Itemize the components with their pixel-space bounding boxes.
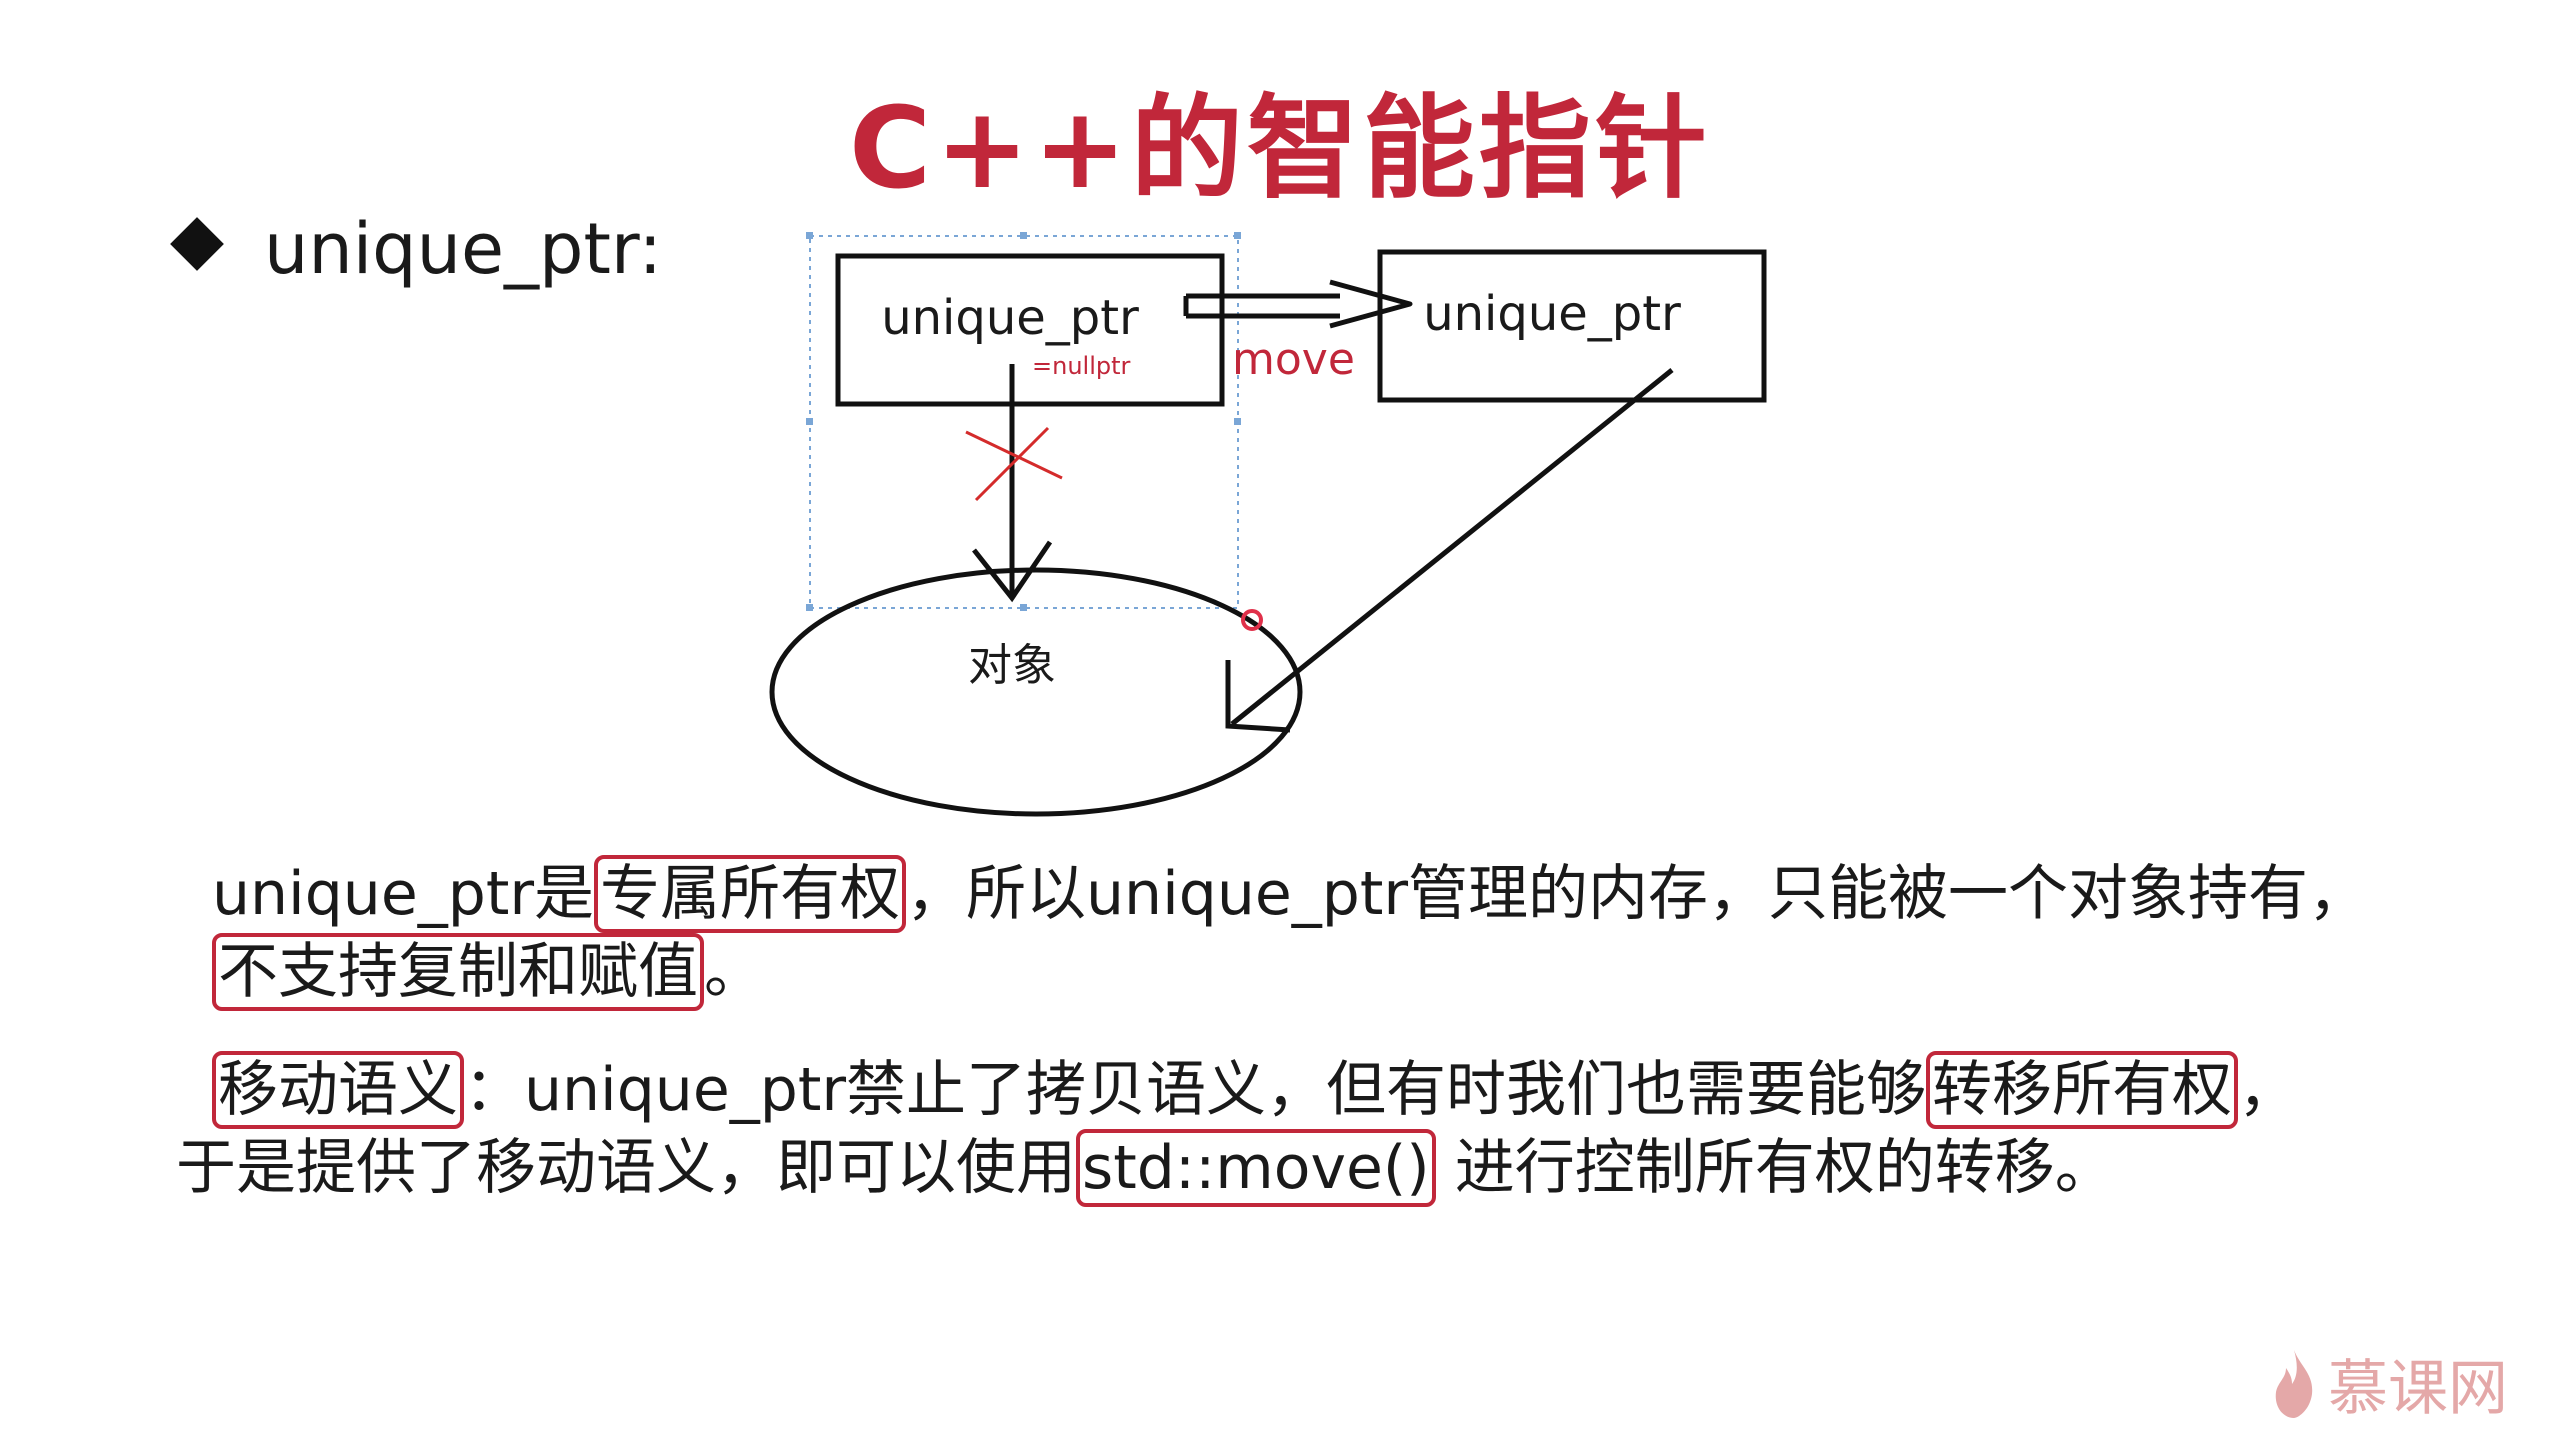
p2-line2-pre: 于是提供了移动语义，即可以使用 [176, 1133, 1076, 1203]
right-pointer-arrow [1225, 368, 1674, 733]
watermark-text: 慕课网 [2328, 1354, 2508, 1424]
box-left-label: unique_ptr [881, 290, 1139, 346]
slide: C++的智能指针 unique_ptr: unique_ptr =nullptr… [0, 0, 2560, 1440]
move-label: move [1232, 334, 1355, 385]
p1-highlight-no-copy: 不支持复制和赋值 [212, 933, 704, 1011]
p1-highlight-ownership: 专属所有权 [594, 855, 907, 933]
p2-highlight-std-move: std::move() [1076, 1129, 1436, 1207]
selection-handles [806, 232, 1241, 611]
p1-text-post: ，所以unique_ptr管理的内存，只能被一个对象持有， [906, 859, 2369, 929]
paragraph2-line1: 移动语义 ：unique_ptr禁止了拷贝语义，但有时我们也需要能够 转移所有权， [212, 1050, 2298, 1130]
object-label: 对象 [968, 640, 1056, 691]
object-ellipse [769, 567, 1303, 817]
box-right-label: unique_ptr [1423, 286, 1681, 342]
ownership-diagram: unique_ptr =nullptr unique_ptr move 对象 [769, 232, 1767, 817]
paragraph1-line2: 不支持复制和赋值。 [212, 932, 764, 1012]
p2-highlight-transfer: 转移所有权 [1926, 1051, 2239, 1129]
p2-line2-post: 进行控制所有权的转移。 [1435, 1133, 2115, 1203]
p2-text-post: ， [2238, 1055, 2299, 1125]
box-left-note: =nullptr [1032, 352, 1131, 380]
paragraph2-line2: 于是提供了移动语义，即可以使用 std::move() 进行控制所有权的转移。 [176, 1128, 2115, 1208]
p1-line2-post: 。 [704, 937, 764, 1007]
left-pointer-arrow [972, 364, 1053, 603]
flame-icon [2275, 1349, 2313, 1418]
p1-text-pre: unique_ptr是 [212, 859, 595, 929]
p2-highlight-move-semantics: 移动语义 [212, 1051, 464, 1129]
paragraph1-line1: unique_ptr是 专属所有权 ，所以unique_ptr管理的内存，只能被一个… [212, 854, 2368, 934]
p2-text-mid: ：unique_ptr禁止了拷贝语义，但有时我们也需要能够 [464, 1055, 1927, 1125]
watermark-logo: 慕课网 [2270, 1340, 2508, 1427]
